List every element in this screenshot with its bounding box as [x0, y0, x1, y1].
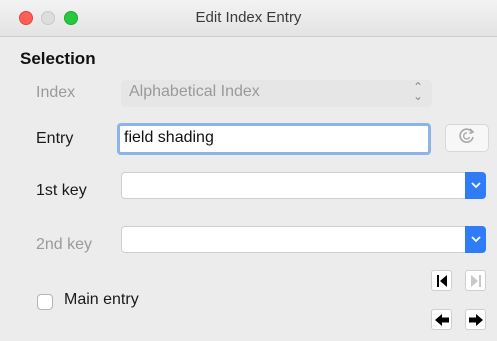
key1-label: 1st key: [36, 182, 87, 199]
skip-to-first-icon: [436, 274, 447, 287]
main-entry-checkbox[interactable]: [37, 294, 53, 310]
arrow-left-icon: [434, 313, 449, 326]
next-entry-button[interactable]: [465, 309, 486, 330]
edit-index-entry-dialog: Edit Index Entry Selection Index Alphabe…: [0, 0, 497, 341]
index-select[interactable]: Alphabetical Index ⌃ ⌄: [121, 80, 432, 107]
key2-label: 2nd key: [36, 236, 93, 253]
key2-dropdown-button[interactable]: [465, 226, 486, 253]
arrow-right-icon: [468, 313, 483, 326]
entry-input[interactable]: field shading: [117, 123, 431, 155]
last-entry-button[interactable]: [465, 270, 486, 291]
chevron-down-icon: [470, 236, 481, 243]
title-bar: Edit Index Entry: [0, 0, 497, 37]
entry-label: Entry: [36, 130, 74, 147]
key1-combobox[interactable]: [121, 172, 486, 199]
previous-entry-button[interactable]: [431, 309, 452, 330]
skip-to-last-icon: [470, 274, 481, 287]
index-label: Index: [36, 84, 76, 101]
up-down-chevron-icon: ⌃ ⌄: [412, 80, 423, 103]
refresh-icon: [457, 126, 477, 151]
entry-input-value: field shading: [124, 129, 214, 146]
first-entry-button[interactable]: [431, 270, 452, 291]
chevron-down-icon: [470, 182, 481, 189]
main-entry-label: Main entry: [64, 291, 139, 308]
key2-combobox[interactable]: [121, 226, 486, 253]
refresh-button[interactable]: [445, 124, 489, 152]
selection-heading: Selection: [20, 49, 96, 68]
key1-dropdown-button[interactable]: [465, 172, 486, 199]
window-title: Edit Index Entry: [195, 9, 302, 26]
index-select-value: Alphabetical Index: [129, 83, 260, 100]
